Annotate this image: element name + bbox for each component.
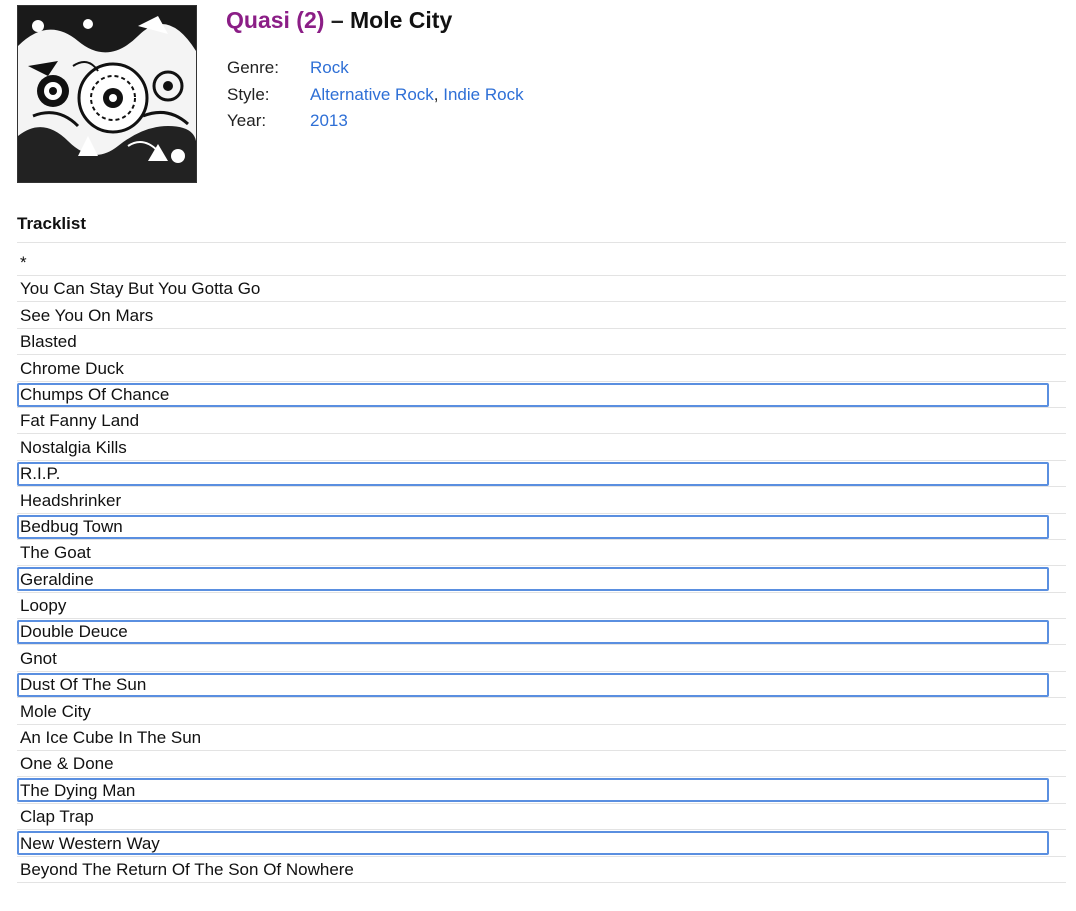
tracklist-row[interactable]: Headshrinker (17, 487, 1066, 514)
album-cover-image[interactable] (17, 5, 197, 183)
year-link[interactable]: 2013 (310, 111, 348, 130)
tracklist-row[interactable]: See You On Mars (17, 302, 1066, 329)
tracklist-row[interactable]: You Can Stay But You Gotta Go (17, 276, 1066, 303)
tracklist-row[interactable]: An Ice Cube In The Sun (17, 725, 1066, 752)
tracklist-row[interactable]: Bedbug Town (17, 514, 1066, 540)
year-label: Year: (227, 111, 267, 131)
track-title: R.I.P. (20, 464, 61, 484)
track-title: The Goat (20, 543, 91, 563)
genre-row: Genre: Rock (227, 55, 524, 82)
track-title: Beyond The Return Of The Son Of Nowhere (20, 859, 354, 879)
tracklist-row[interactable]: Mole City (17, 698, 1066, 725)
tracklist: * You Can Stay But You Gotta Go See You On… (17, 242, 1066, 883)
title-separator: – (330, 7, 344, 33)
tracklist-row[interactable]: Loopy (17, 593, 1066, 620)
track-title: Geraldine (20, 569, 94, 589)
style-link-indie-rock[interactable]: Indie Rock (443, 85, 523, 104)
track-title: Nostalgia Kills (20, 437, 127, 457)
tracklist-row[interactable]: Blasted (17, 329, 1066, 356)
tracklist-row[interactable]: The Goat (17, 540, 1066, 567)
tracklist-row[interactable]: Clap Trap (17, 804, 1066, 831)
style-label: Style: (227, 84, 270, 104)
track-title: Gnot (20, 648, 57, 668)
tracklist-row[interactable]: The Dying Man (17, 777, 1066, 804)
style-link-alternative-rock[interactable]: Alternative Rock (310, 85, 434, 104)
tracklist-row[interactable]: * (17, 243, 1066, 276)
track-title: You Can Stay But You Gotta Go (20, 279, 261, 299)
tracklist-row[interactable]: Double Deuce (17, 619, 1066, 646)
artist-link[interactable]: Quasi (2) (226, 7, 324, 33)
style-separator: , (433, 84, 439, 104)
tracklist-row[interactable]: One & Done (17, 751, 1066, 778)
tracklist-heading: Tracklist (17, 214, 86, 233)
release-title-heading: Quasi (2) – Mole City (226, 5, 452, 35)
tracklist-row[interactable]: Chumps Of Chance (17, 382, 1066, 408)
track-title: Blasted (20, 332, 77, 352)
track-title: Dust Of The Sun (20, 675, 147, 695)
tracklist-row[interactable]: R.I.P. (17, 461, 1066, 488)
release-meta-table: Genre: Rock Style: Alternative Rock, Ind… (227, 55, 524, 135)
track-title: Headshrinker (20, 490, 122, 510)
track-title: The Dying Man (20, 780, 136, 800)
track-title: New Western Way (20, 833, 160, 853)
year-row: Year: 2013 (227, 108, 524, 135)
track-title: One & Done (20, 754, 114, 774)
genre-link[interactable]: Rock (310, 58, 349, 77)
track-title: Double Deuce (20, 622, 128, 642)
track-title: Clap Trap (20, 807, 94, 827)
genre-label: Genre: (227, 58, 279, 78)
track-title: Loopy (20, 596, 67, 616)
tracklist-row[interactable]: New Western Way (17, 830, 1066, 857)
track-title: Chrome Duck (20, 358, 124, 378)
track-title: Chumps Of Chance (20, 384, 170, 404)
track-title: * (20, 253, 27, 272)
tracklist-row[interactable]: Beyond The Return Of The Son Of Nowhere (17, 857, 1066, 883)
tracklist-row[interactable]: Geraldine (17, 566, 1066, 593)
album-cover-art-icon (18, 6, 196, 182)
track-title: An Ice Cube In The Sun (20, 728, 202, 748)
track-title: Bedbug Town (20, 516, 123, 536)
track-title: Fat Fanny Land (20, 411, 140, 431)
tracklist-row[interactable]: Gnot (17, 645, 1066, 672)
track-title: See You On Mars (20, 305, 154, 325)
tracklist-row[interactable]: Nostalgia Kills (17, 434, 1066, 461)
tracklist-row[interactable]: Chrome Duck (17, 355, 1066, 382)
album-title: Mole City (350, 7, 453, 33)
tracklist-row[interactable]: Dust Of The Sun (17, 672, 1066, 699)
style-row: Style: Alternative Rock, Indie Rock (227, 82, 524, 109)
track-title: Mole City (20, 701, 91, 721)
tracklist-row[interactable]: Fat Fanny Land (17, 408, 1066, 435)
